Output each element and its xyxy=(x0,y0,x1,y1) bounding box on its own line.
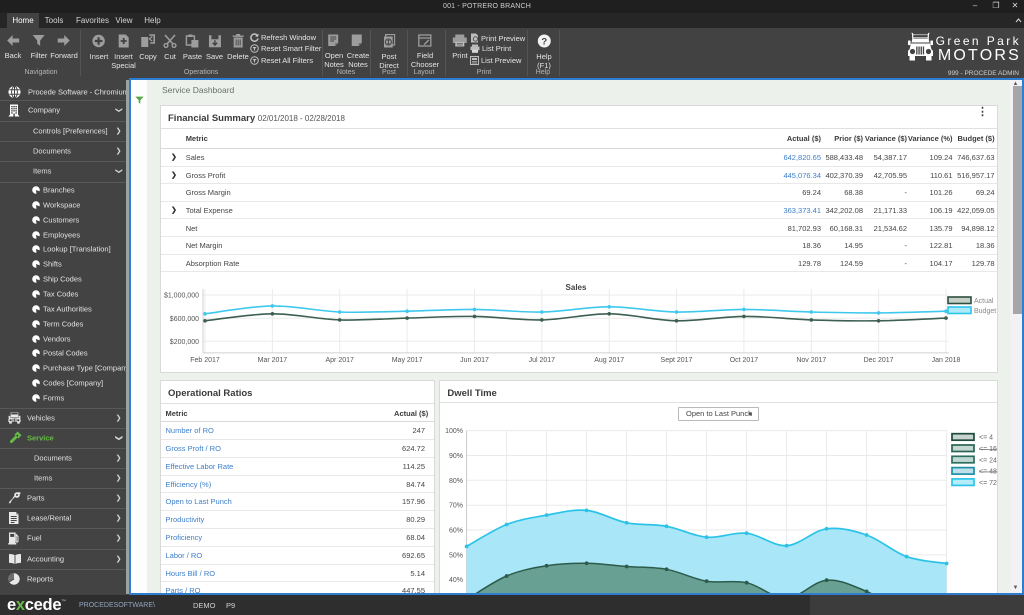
svg-text:Mar 2017: Mar 2017 xyxy=(258,357,288,364)
svg-text:40%: 40% xyxy=(449,577,463,584)
svg-text:Budget: Budget xyxy=(974,308,996,315)
svg-text:$600,000: $600,000 xyxy=(170,316,199,323)
svg-text:$200,000: $200,000 xyxy=(170,339,199,346)
svg-text:$1,000,000: $1,000,000 xyxy=(164,293,199,300)
svg-text:Apr 2017: Apr 2017 xyxy=(325,357,354,364)
svg-text:Aug 2017: Aug 2017 xyxy=(594,357,624,364)
svg-text:Jan 2018: Jan 2018 xyxy=(932,357,961,364)
svg-text:50%: 50% xyxy=(449,552,463,559)
svg-text:<= 72: <= 72 xyxy=(979,480,997,487)
svg-text:Actual: Actual xyxy=(974,298,994,305)
svg-text:Nov 2017: Nov 2017 xyxy=(796,357,826,364)
svg-text:Dec 2017: Dec 2017 xyxy=(864,357,894,364)
svg-text:Jun 2017: Jun 2017 xyxy=(460,357,489,364)
svg-text:Feb 2017: Feb 2017 xyxy=(190,357,220,364)
svg-text:<= 24: <= 24 xyxy=(979,457,997,464)
svg-text:May 2017: May 2017 xyxy=(392,357,423,364)
svg-text:?: ? xyxy=(541,36,547,47)
svg-text:Oct 2017: Oct 2017 xyxy=(730,357,759,364)
svg-text:<= 48: <= 48 xyxy=(979,469,997,476)
svg-text:70%: 70% xyxy=(449,503,463,510)
svg-text:Sales: Sales xyxy=(566,283,587,292)
svg-text:<= 16: <= 16 xyxy=(979,446,997,453)
svg-text:100%: 100% xyxy=(445,428,463,435)
svg-text:<= 4: <= 4 xyxy=(979,435,993,442)
svg-text:60%: 60% xyxy=(449,528,463,535)
svg-text:90%: 90% xyxy=(449,453,463,460)
svg-text:Jul 2017: Jul 2017 xyxy=(529,357,556,364)
svg-text:Sept 2017: Sept 2017 xyxy=(661,357,693,364)
svg-text:80%: 80% xyxy=(449,478,463,485)
